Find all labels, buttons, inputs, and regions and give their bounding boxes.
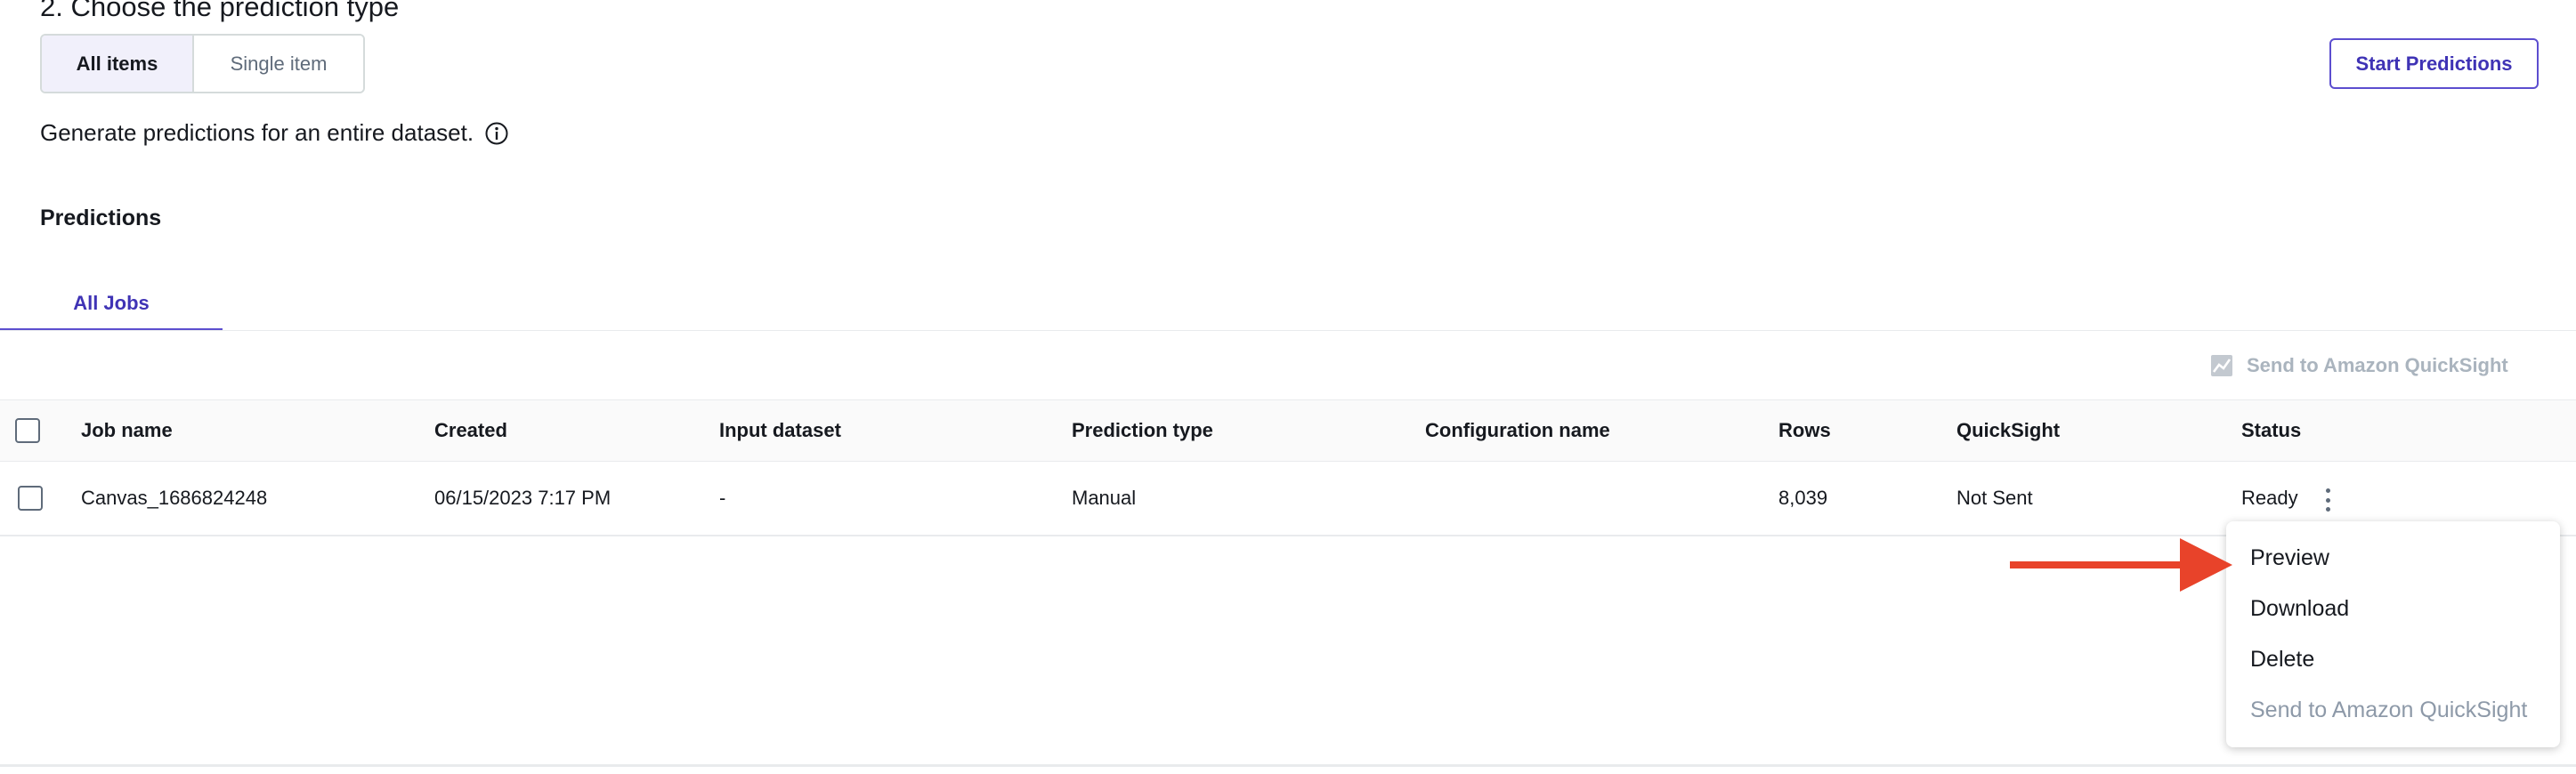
- column-header-rows[interactable]: Rows: [1778, 400, 1831, 461]
- column-header-status[interactable]: Status: [2241, 400, 2301, 461]
- column-header-created[interactable]: Created: [434, 400, 507, 461]
- column-header-configuration-name[interactable]: Configuration name: [1425, 400, 1610, 461]
- send-to-quicksight-button[interactable]: Send to Amazon QuickSight: [2209, 350, 2508, 382]
- menu-item-send-to-quicksight: Send to Amazon QuickSight: [2250, 697, 2528, 722]
- tab-all-jobs[interactable]: All Jobs: [0, 278, 223, 331]
- column-header-input-dataset[interactable]: Input dataset: [719, 400, 841, 461]
- cell-prediction-type: Manual: [1072, 487, 1137, 509]
- menu-item-delete[interactable]: Delete: [2226, 634, 2560, 685]
- column-header-quicksight[interactable]: QuickSight: [1956, 400, 2060, 461]
- table-row[interactable]: Canvas_1686824248 06/15/2023 7:17 PM - M…: [0, 462, 2576, 536]
- segment-single-item[interactable]: Single item: [194, 36, 363, 92]
- column-header-job-name[interactable]: Job name: [81, 400, 173, 461]
- cell-quicksight: Not Sent: [1956, 487, 2033, 509]
- table-header: Job name Created Input dataset Predictio…: [0, 399, 2576, 462]
- row-actions-menu: Preview Download Delete Send to Amazon Q…: [2226, 521, 2560, 747]
- send-to-quicksight-label: Send to Amazon QuickSight: [2247, 354, 2508, 376]
- menu-item-download[interactable]: Download: [2226, 584, 2560, 634]
- segment-all-items[interactable]: All items: [42, 36, 194, 92]
- bottom-divider: [0, 764, 2576, 767]
- quicksight-chart-icon: [2211, 355, 2232, 376]
- select-all-checkbox[interactable]: [15, 418, 40, 443]
- cell-input-dataset: -: [719, 487, 726, 509]
- column-header-prediction-type[interactable]: Prediction type: [1072, 400, 1213, 461]
- cell-job-name: Canvas_1686824248: [81, 487, 268, 509]
- prediction-type-segmented-control: All items Single item: [40, 34, 365, 93]
- tab-divider: [0, 330, 2576, 331]
- description-row: Generate predictions for an entire datas…: [40, 119, 509, 147]
- row-checkbox[interactable]: [18, 486, 43, 511]
- info-icon[interactable]: [484, 121, 509, 146]
- row-select-cell: [18, 462, 43, 535]
- select-all-cell: [15, 400, 40, 461]
- menu-item-preview[interactable]: Preview: [2226, 533, 2560, 584]
- cell-rows: 8,039: [1778, 487, 1828, 509]
- start-predictions-button[interactable]: Start Predictions: [2329, 38, 2539, 89]
- section-title: 2. Choose the prediction type: [40, 0, 400, 22]
- annotation-arrow: [2010, 538, 2232, 592]
- cell-created: 06/15/2023 7:17 PM: [434, 487, 612, 509]
- more-vertical-icon[interactable]: [2314, 485, 2341, 515]
- predictions-heading: Predictions: [40, 206, 162, 230]
- description-text: Generate predictions for an entire datas…: [40, 119, 474, 146]
